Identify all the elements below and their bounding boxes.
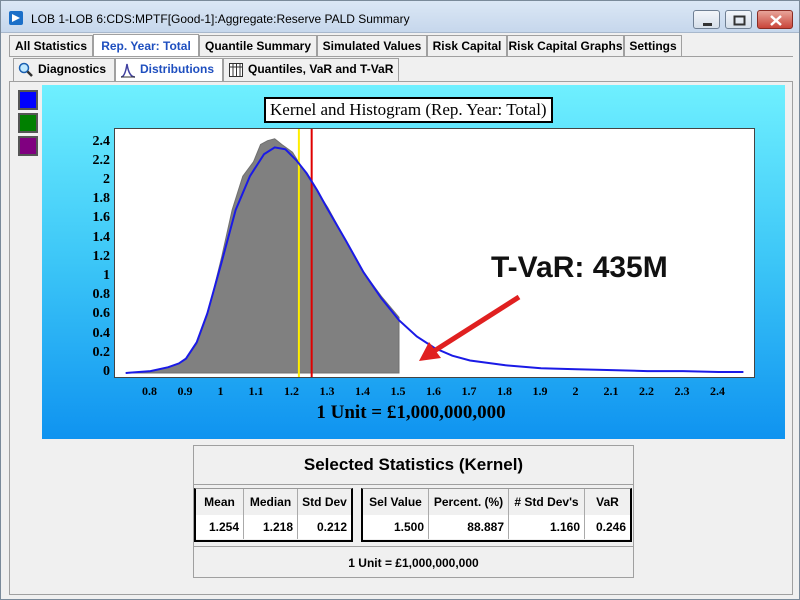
- header-percent: Percent. (%): [429, 489, 509, 515]
- stats-table-right: Sel Value Percent. (%) # Std Dev's VaR 1…: [361, 488, 632, 542]
- value-percent[interactable]: 88.887: [429, 515, 509, 539]
- value-median: 1.218: [244, 515, 298, 539]
- header-num-std-devs: # Std Dev's: [509, 489, 585, 515]
- stats-table-left: Mean Median Std Dev 1.254 1.218 0.212: [194, 488, 353, 542]
- value-num-std-devs[interactable]: 1.160: [509, 515, 585, 539]
- header-std-dev: Std Dev: [302, 495, 347, 509]
- value-std-dev: 0.212: [298, 515, 351, 539]
- annotation-arrow: [429, 294, 521, 356]
- app-window: LOB 1-LOB 6:CDS:MPTF[Good-1]:Aggregate:R…: [0, 0, 800, 600]
- stats-unit-footer: 1 Unit = £1,000,000,000: [193, 546, 634, 578]
- header-sel-value: Sel Value: [363, 489, 429, 515]
- tvar-annotation: T-VaR: 435M: [491, 251, 668, 284]
- header-var: VaR: [596, 495, 619, 509]
- header-mean: Mean: [196, 489, 244, 515]
- value-mean: 1.254: [196, 515, 244, 539]
- header-median: Median: [244, 489, 298, 515]
- value-var[interactable]: 0.246: [585, 515, 630, 539]
- value-sel-value[interactable]: 1.500: [363, 515, 429, 539]
- stats-title: Selected Statistics (Kernel): [193, 445, 634, 485]
